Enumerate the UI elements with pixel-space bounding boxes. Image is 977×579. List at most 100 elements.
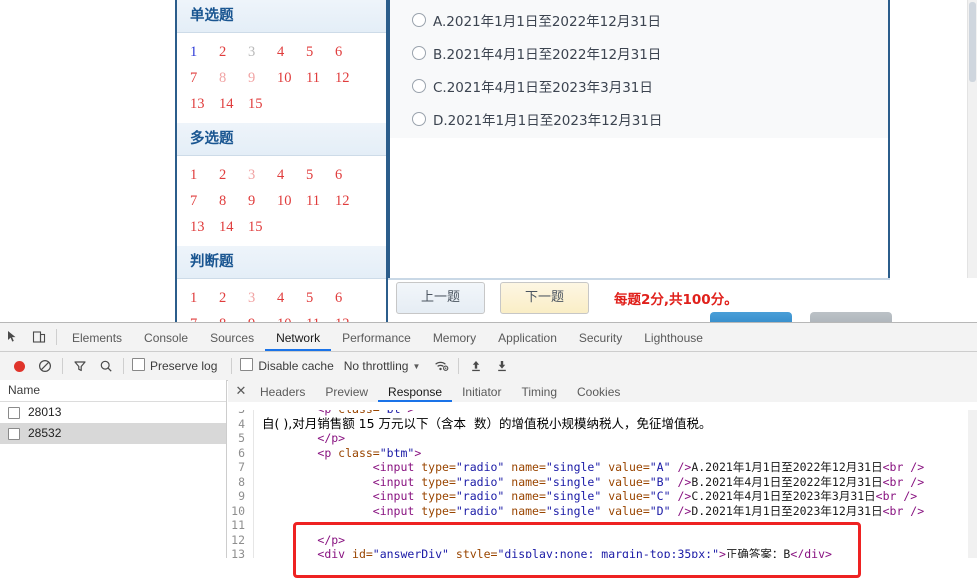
device-toolbar-icon[interactable] — [26, 324, 52, 350]
page-scrollbar-track[interactable] — [967, 0, 977, 278]
disable-cache-checkbox-group[interactable]: Disable cache — [240, 357, 343, 375]
qnav-number[interactable]: 12 — [335, 65, 364, 91]
qnav-number[interactable]: 2 — [219, 162, 248, 188]
qnav-number[interactable]: 3 — [248, 162, 277, 188]
qnav-number[interactable]: 4 — [277, 39, 306, 65]
next-question-button[interactable]: 下一题 — [500, 282, 589, 314]
detail-tab-response[interactable]: Response — [378, 381, 453, 402]
qnav-number[interactable]: 9 — [248, 188, 277, 214]
preserve-log-checkbox[interactable] — [132, 358, 145, 371]
preserve-log-checkbox-group[interactable]: Preserve log — [132, 357, 227, 375]
qnav-number[interactable]: 2 — [219, 39, 248, 65]
qnav-number[interactable]: 4 — [277, 285, 306, 311]
qnav-number[interactable]: 11 — [306, 188, 335, 214]
option-row[interactable]: D.2021年1月1日至2023年12月31日 — [412, 105, 888, 138]
qnav-number[interactable]: 7 — [190, 311, 219, 322]
option-row[interactable]: A.2021年1月1日至2022年12月31日 — [412, 6, 888, 39]
code-line: 9 <input type="radio" name="single" valu… — [228, 489, 977, 504]
qnav-number[interactable]: 9 — [248, 65, 277, 91]
radio-button[interactable] — [412, 13, 426, 27]
search-icon[interactable] — [93, 353, 119, 379]
qnav-number[interactable]: 10 — [277, 65, 306, 91]
qnav-number[interactable]: 14 — [219, 91, 248, 117]
devtools-tab-lighthouse[interactable]: Lighthouse — [633, 324, 714, 351]
qnav-number[interactable]: 15 — [248, 91, 277, 117]
qnav-number[interactable]: 4 — [277, 162, 306, 188]
detail-tab-cookies[interactable]: Cookies — [567, 381, 630, 402]
prev-question-button[interactable]: 上一题 — [396, 282, 485, 314]
code-token: class= — [338, 445, 380, 460]
option-row[interactable]: C.2021年4月1日至2023年3月31日 — [412, 72, 888, 105]
close-icon[interactable]: ✕ — [232, 383, 250, 399]
qnav-number[interactable]: 5 — [306, 162, 335, 188]
devtools-tab-network[interactable]: Network — [265, 324, 332, 351]
record-button[interactable] — [6, 353, 32, 379]
document-icon — [8, 406, 20, 419]
qnav-number[interactable]: 3 — [248, 285, 277, 311]
qnav-number[interactable]: 6 — [335, 285, 364, 311]
detail-tab-timing[interactable]: Timing — [511, 381, 567, 402]
qnav-number[interactable]: 13 — [190, 214, 219, 240]
qnav-number[interactable]: 15 — [248, 214, 277, 240]
disable-cache-label[interactable]: Disable cache — [258, 359, 333, 373]
qnav-number[interactable]: 12 — [335, 188, 364, 214]
qnav-number[interactable]: 5 — [306, 39, 335, 65]
code-token: B.2021年4月1日至2022年12月31日 — [691, 474, 883, 489]
response-code-view[interactable]: 3 <p class="bt">4自( ),对月销售额 15 万元以下（含本 数… — [228, 402, 977, 558]
detail-tab-preview[interactable]: Preview — [315, 381, 378, 402]
import-har-icon[interactable] — [463, 353, 489, 379]
qnav-number[interactable]: 1 — [190, 162, 219, 188]
qnav-number[interactable]: 1 — [190, 39, 219, 65]
network-conditions-icon[interactable] — [428, 353, 454, 379]
qnav-number[interactable]: 7 — [190, 188, 219, 214]
qnav-number[interactable]: 14 — [219, 214, 248, 240]
qnav-number[interactable]: 6 — [335, 162, 364, 188]
qnav-number[interactable]: 10 — [277, 188, 306, 214]
detail-tab-headers[interactable]: Headers — [250, 381, 315, 402]
requests-column-header[interactable]: Name — [0, 380, 226, 402]
submit-button-partial[interactable] — [710, 312, 792, 322]
qnav-number[interactable]: 8 — [219, 311, 248, 322]
devtools-tab-performance[interactable]: Performance — [331, 324, 422, 351]
code-scrollbar[interactable] — [968, 402, 977, 558]
qnav-number[interactable]: 12 — [335, 311, 364, 322]
throttling-select[interactable]: No throttling — [344, 359, 409, 373]
filter-icon[interactable] — [67, 353, 93, 379]
qnav-number[interactable]: 13 — [190, 91, 219, 117]
devtools-tab-sources[interactable]: Sources — [199, 324, 265, 351]
request-row[interactable]: 28532 — [0, 423, 226, 444]
qnav-number[interactable]: 6 — [335, 39, 364, 65]
devtools-tab-console[interactable]: Console — [133, 324, 199, 351]
devtools-tab-memory[interactable]: Memory — [422, 324, 487, 351]
radio-button[interactable] — [412, 112, 426, 126]
qnav-number[interactable]: 5 — [306, 285, 335, 311]
inspect-element-icon[interactable] — [0, 324, 26, 350]
document-icon — [8, 427, 20, 440]
option-row[interactable]: B.2021年4月1日至2022年12月31日 — [412, 39, 888, 72]
qnav-number[interactable]: 10 — [277, 311, 306, 322]
radio-button[interactable] — [412, 46, 426, 60]
qnav-number[interactable]: 7 — [190, 65, 219, 91]
clear-icon[interactable] — [32, 353, 58, 379]
qnav-number[interactable]: 3 — [248, 39, 277, 65]
chevron-down-icon[interactable]: ▼ — [412, 362, 420, 371]
detail-tab-initiator[interactable]: Initiator — [452, 381, 511, 402]
secondary-button-partial[interactable] — [810, 312, 892, 322]
qnav-number[interactable]: 8 — [219, 188, 248, 214]
qnav-number[interactable]: 11 — [306, 65, 335, 91]
qnav-number[interactable]: 11 — [306, 311, 335, 322]
qnav-number[interactable]: 1 — [190, 285, 219, 311]
request-row[interactable]: 28013 — [0, 402, 226, 423]
line-number: 8 — [228, 474, 254, 489]
export-har-icon[interactable] — [489, 353, 515, 379]
disable-cache-checkbox[interactable] — [240, 358, 254, 371]
devtools-tab-security[interactable]: Security — [568, 324, 633, 351]
qnav-number[interactable]: 8 — [219, 65, 248, 91]
preserve-log-label[interactable]: Preserve log — [150, 359, 217, 373]
radio-button[interactable] — [412, 79, 426, 93]
devtools-tab-application[interactable]: Application — [487, 324, 568, 351]
devtools-tab-elements[interactable]: Elements — [61, 324, 133, 351]
qnav-number[interactable]: 9 — [248, 311, 277, 322]
qnav-number[interactable]: 2 — [219, 285, 248, 311]
page-scrollbar-thumb[interactable] — [969, 2, 976, 82]
